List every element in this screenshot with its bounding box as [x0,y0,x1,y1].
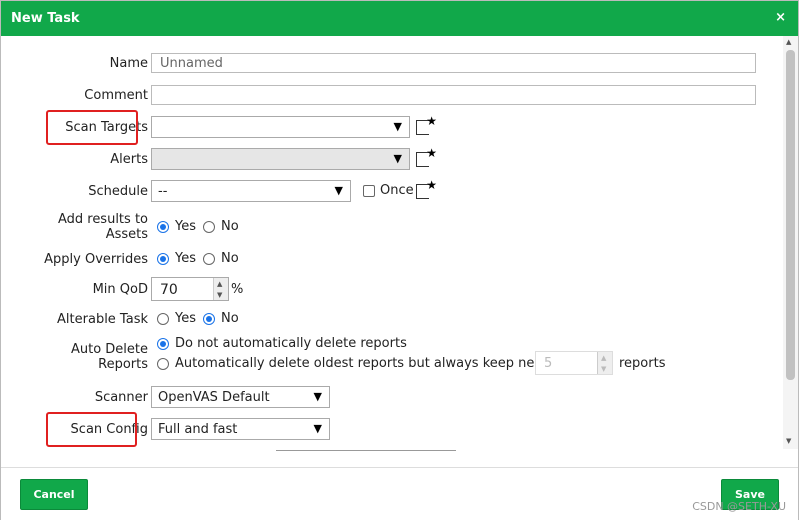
scroll-down-icon[interactable]: ▼ [786,437,791,445]
chevron-down-icon: ▼ [393,152,402,165]
apply-overrides-yes-radio[interactable] [157,253,169,265]
alterable-task-label: Alterable Task [57,312,148,327]
spin-up-icon[interactable]: ▲ [217,280,222,288]
chevron-down-icon: ▼ [334,184,343,197]
alerts-label: Alerts [110,152,148,167]
dialog-body: Name Unnamed Comment Scan Targets ▼ ★ Al… [1,36,798,449]
add-results-label-line2: Assets [105,227,148,242]
scan-config-highlight [46,412,137,447]
spin-down-icon[interactable]: ▼ [601,365,606,373]
divider [276,450,456,451]
chevron-down-icon: ▼ [313,422,322,435]
scanner-value: OpenVAS Default [158,390,270,405]
cancel-button[interactable]: Cancel [20,479,88,510]
name-input[interactable]: Unnamed [151,53,756,73]
schedule-label: Schedule [88,184,148,199]
new-alert-icon[interactable]: ★ [416,146,437,167]
add-results-no-label: No [221,219,239,234]
scrollbar[interactable]: ▲ ▼ [783,36,798,449]
min-qod-unit: % [231,282,244,297]
keep-spin-buttons[interactable]: ▲ ▼ [597,352,612,374]
alerts-select[interactable]: ▼ [151,148,410,170]
spin-down-icon[interactable]: ▼ [217,291,222,299]
comment-label: Comment [84,88,148,103]
scanner-label: Scanner [94,390,148,405]
auto-delete-keep-value: 5 [544,356,553,371]
add-results-label-line1: Add results to [57,212,148,227]
dialog-title: New Task [11,11,80,26]
dialog-titlebar: New Task × [1,1,798,36]
add-results-label: Add results to Assets [8,212,148,242]
new-task-dialog: New Task × Name Unnamed Comment Scan Tar… [0,0,799,520]
apply-overrides-no-label: No [221,251,239,266]
scan-config-value: Full and fast [158,422,238,437]
auto-delete-none-label: Do not automatically delete reports [175,336,407,351]
once-checkbox[interactable] [363,185,375,197]
alterable-no-radio[interactable] [203,313,215,325]
auto-delete-label-line1: Auto Delete [70,342,148,357]
schedule-value: -- [158,184,168,199]
min-qod-label: Min QoD [92,282,148,297]
comment-input[interactable] [151,85,756,105]
scan-targets-highlight [46,110,138,145]
apply-overrides-yes-label: Yes [175,251,196,266]
close-icon[interactable]: × [775,10,786,25]
alterable-yes-radio[interactable] [157,313,169,325]
chevron-down-icon: ▼ [313,390,322,403]
schedule-select[interactable]: -- ▼ [151,180,351,202]
min-qod-spin-buttons[interactable]: ▲ ▼ [213,278,228,300]
auto-delete-suffix: reports [619,356,666,371]
spin-up-icon[interactable]: ▲ [601,354,606,362]
once-label: Once [380,183,414,198]
min-qod-value: 70 [160,282,178,298]
scan-config-select[interactable]: Full and fast ▼ [151,418,330,440]
auto-delete-keep-spinner[interactable]: 5 ▲ ▼ [535,351,613,375]
auto-delete-none-radio[interactable] [157,338,169,350]
auto-delete-label-line2: Reports [98,357,148,372]
auto-delete-label: Auto Delete Reports [8,342,148,372]
scrollbar-thumb[interactable] [786,50,795,380]
auto-delete-keep-label: Automatically delete oldest reports but … [175,356,565,371]
alterable-no-label: No [221,311,239,326]
add-results-yes-label: Yes [175,219,196,234]
auto-delete-keep-radio[interactable] [157,358,169,370]
apply-overrides-label: Apply Overrides [44,252,148,267]
add-results-yes-radio[interactable] [157,221,169,233]
dialog-footer: Cancel Save [1,467,798,520]
watermark: CSDN @SETH-XU [692,500,786,513]
new-target-icon[interactable]: ★ [416,114,437,135]
scan-targets-select[interactable]: ▼ [151,116,410,138]
chevron-down-icon: ▼ [393,120,402,133]
add-results-no-radio[interactable] [203,221,215,233]
scanner-select[interactable]: OpenVAS Default ▼ [151,386,330,408]
alterable-yes-label: Yes [175,311,196,326]
apply-overrides-no-radio[interactable] [203,253,215,265]
min-qod-spinner[interactable]: 70 ▲ ▼ [151,277,229,301]
scroll-up-icon[interactable]: ▲ [786,38,791,46]
name-label: Name [109,56,148,71]
new-schedule-icon[interactable]: ★ [416,178,437,199]
